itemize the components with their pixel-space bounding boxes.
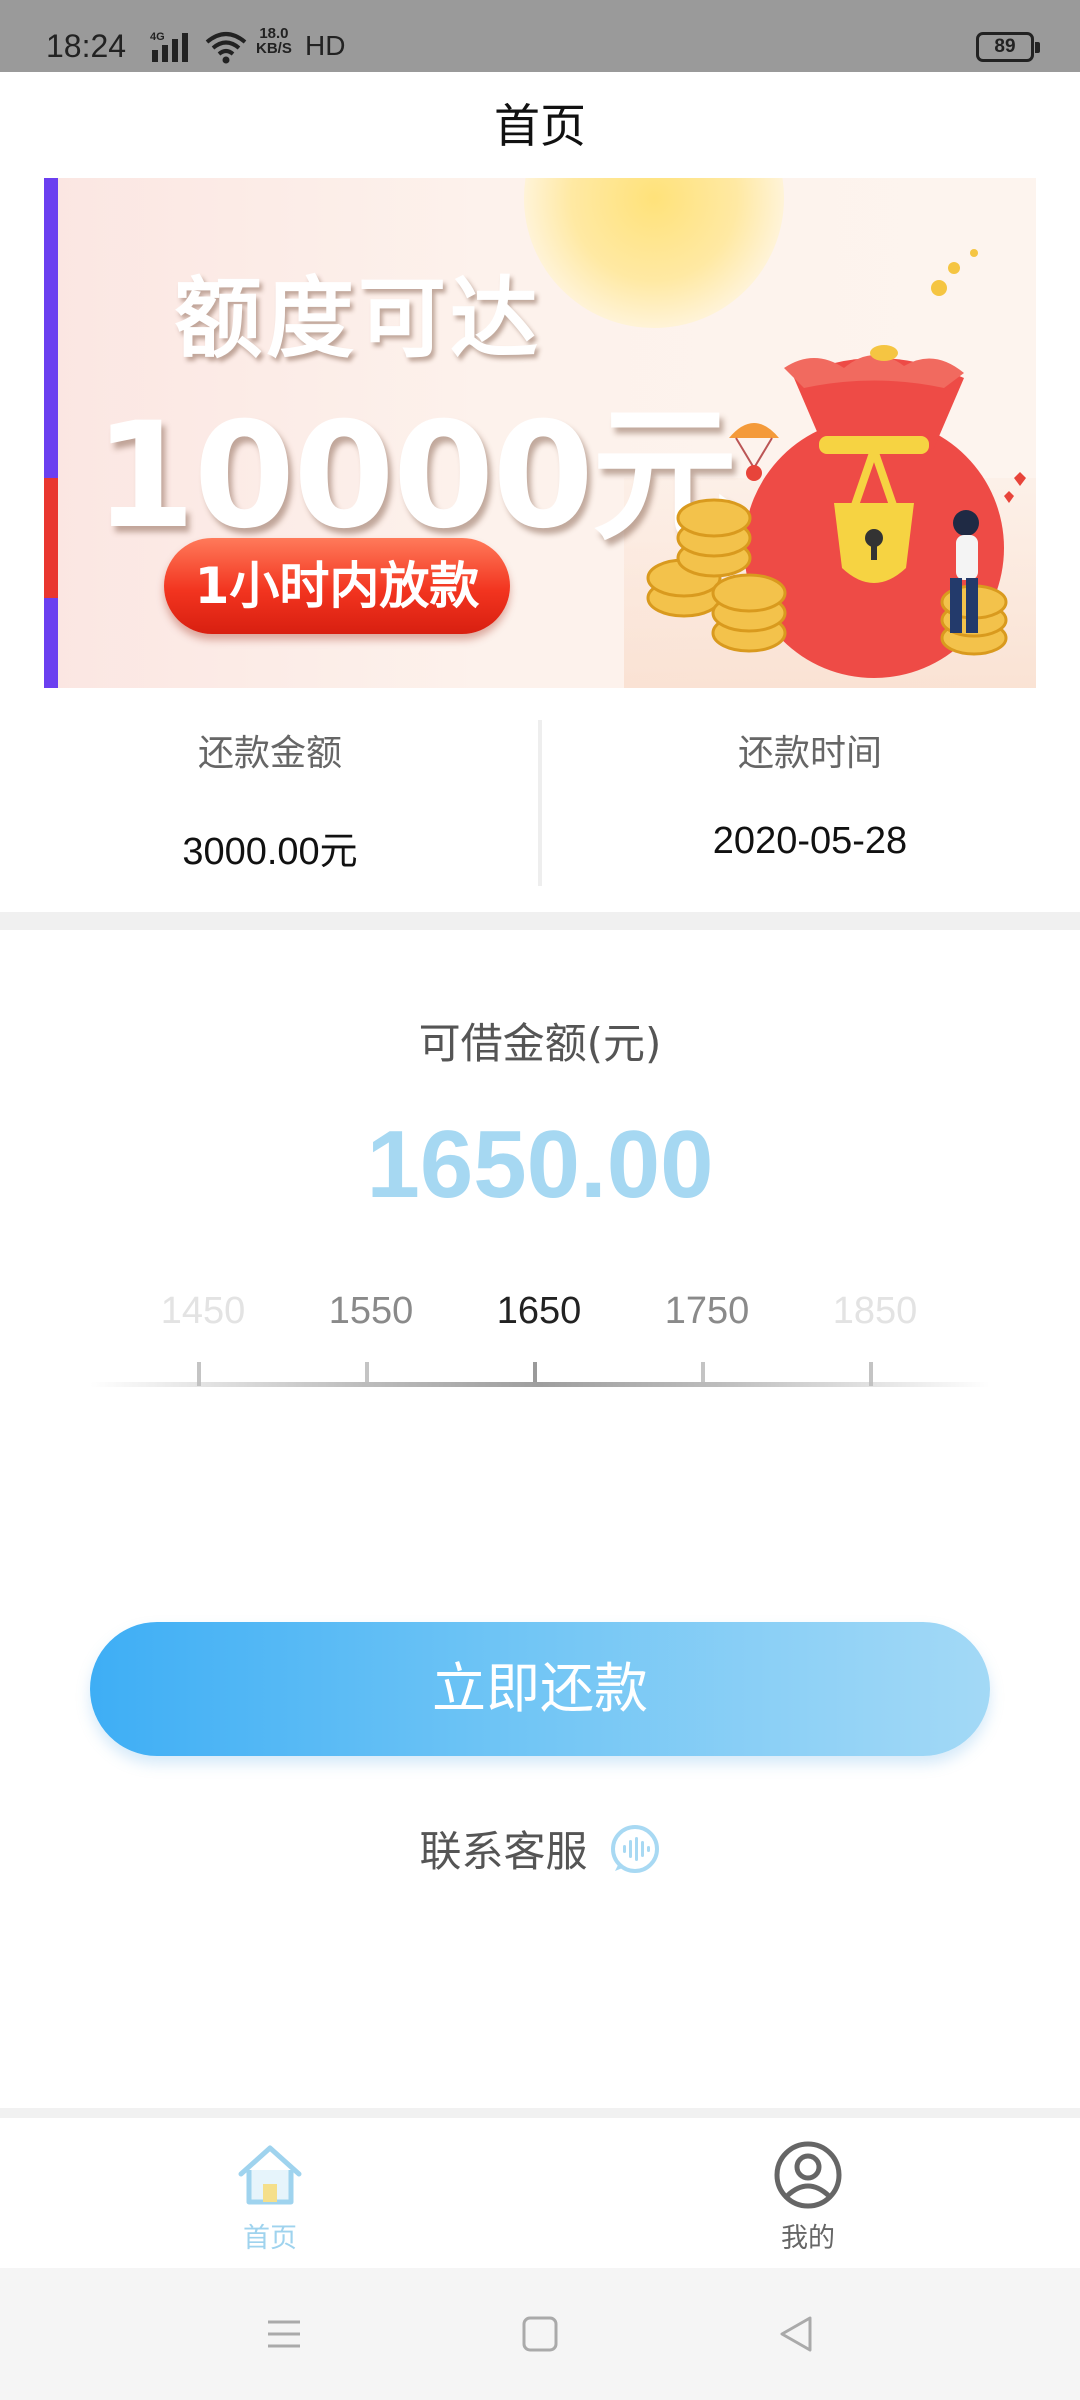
repayment-info: 还款金额 3000.00元 还款时间 2020-05-28	[0, 690, 1080, 912]
amount-ruler-slider[interactable]: 1450 1550 1650 1750 1850	[0, 1290, 1080, 1400]
repayment-date-value: 2020-05-28	[712, 820, 908, 862]
repayment-date-block: 还款时间 2020-05-28	[540, 690, 1080, 912]
ruler-tick-label: 1850	[832, 1290, 918, 1332]
repayment-date-label: 还款时间	[737, 733, 882, 774]
page-title: 首页	[494, 99, 586, 153]
network-type: 4G	[150, 31, 165, 43]
system-navigation-bar	[0, 2268, 1080, 2400]
battery-level: 89	[994, 36, 1016, 57]
loan-amount-value: 1650.00	[366, 1111, 714, 1218]
repayment-amount-value: 3000.00元	[182, 831, 358, 873]
hd-indicator: HD	[305, 30, 346, 61]
status-bar: 18:24 4G 18.0 KB/S HD 89	[0, 0, 1080, 72]
speed-unit: KB/S	[256, 40, 292, 57]
network-speed: 18.0 KB/S	[256, 26, 292, 56]
tab-mine-label: 我的	[781, 2223, 835, 2254]
tab-home-label: 首页	[243, 2223, 297, 2254]
tab-home[interactable]: 首页	[170, 2138, 370, 2258]
banner-edge-accent	[44, 478, 58, 598]
contact-support-label: 联系客服	[419, 1827, 588, 1876]
app-screen: 18:24 4G 18.0 KB/S HD 89 首页 额度可达 10000元 …	[0, 0, 1080, 2400]
wifi-icon	[205, 32, 247, 64]
ruler-tick-label: 1750	[664, 1290, 750, 1332]
section-divider	[0, 912, 1080, 930]
ruler-tick-label: 1550	[328, 1290, 414, 1332]
money-bag-illustration	[646, 249, 1026, 678]
repayment-amount-label: 还款金额	[197, 733, 342, 774]
repayment-amount-block: 还款金额 3000.00元	[0, 690, 540, 912]
banner-edge-strip	[44, 178, 58, 688]
banner-headline: 额度可达	[174, 267, 543, 370]
user-profile-icon	[774, 2141, 842, 2209]
home-icon	[238, 2145, 302, 2205]
signal-icon: 4G	[150, 31, 188, 62]
banner-pill: 1小时内放款	[164, 538, 510, 634]
back-icon[interactable]	[774, 2312, 818, 2356]
ruler-baseline	[90, 1382, 990, 1387]
tab-mine[interactable]: 我的	[708, 2138, 908, 2258]
ruler-tick-label: 1450	[160, 1290, 246, 1332]
menu-icon[interactable]	[262, 2312, 306, 2356]
voice-chat-icon	[610, 1824, 659, 1873]
bottom-tab-bar: 首页 我的	[0, 2108, 1080, 2268]
status-time: 18:24	[46, 28, 127, 64]
promo-banner[interactable]: 额度可达 10000元 1小时内放款	[44, 178, 1036, 688]
contact-support-link[interactable]: 联系客服	[0, 1818, 1080, 1878]
home-square-icon[interactable]	[518, 2312, 562, 2356]
loan-amount-label: 可借金额(元)	[418, 1019, 662, 1068]
ruler-tick-label-selected: 1650	[496, 1290, 582, 1332]
repay-now-button[interactable]: 立即还款	[90, 1622, 990, 1756]
battery-icon: 89	[976, 32, 1040, 62]
speed-value: 18.0	[259, 25, 289, 42]
